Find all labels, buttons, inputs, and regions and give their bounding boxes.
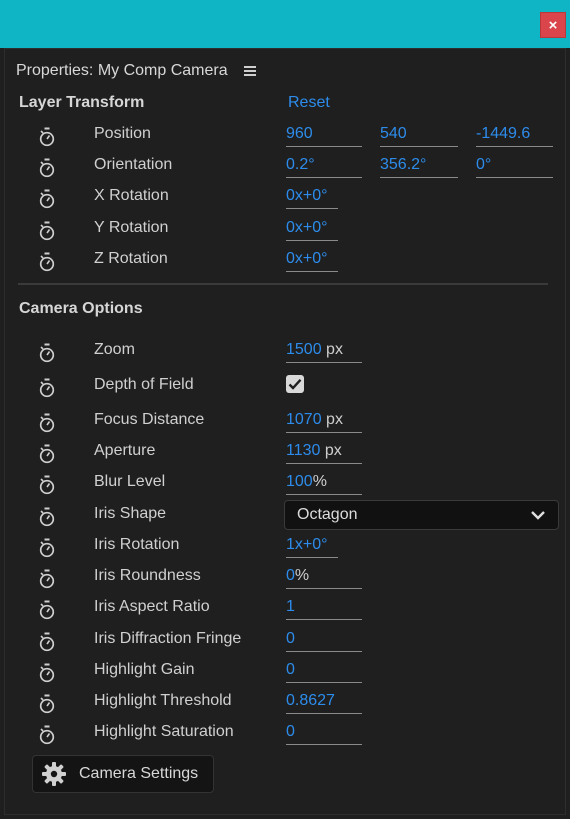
property-label: Highlight Threshold bbox=[94, 692, 232, 709]
stopwatch-icon[interactable] bbox=[38, 694, 56, 714]
property-row-iris-roundness: Iris Roundness 0% bbox=[0, 564, 570, 592]
stopwatch-icon[interactable] bbox=[38, 343, 56, 363]
stopwatch-icon[interactable] bbox=[38, 444, 56, 464]
property-row-focus-distance: Focus Distance 1070 px bbox=[0, 408, 570, 436]
property-label: Iris Aspect Ratio bbox=[94, 598, 210, 615]
iris-roundness-field[interactable]: 0% bbox=[286, 567, 362, 589]
property-row-orientation: Orientation 0.2° 356.2° 0° bbox=[0, 153, 570, 181]
property-label: Iris Diffraction Fringe bbox=[94, 630, 242, 647]
orientation-z-field[interactable]: 0° bbox=[476, 156, 553, 178]
highlight-threshold-field[interactable]: 0.8627 bbox=[286, 692, 362, 714]
hamburger-menu-icon[interactable] bbox=[243, 66, 256, 76]
stopwatch-icon[interactable] bbox=[38, 507, 56, 527]
aperture-field[interactable]: 1130 px bbox=[286, 442, 362, 464]
camera-settings-label: Camera Settings bbox=[79, 765, 199, 782]
property-row-iris-aspect-ratio: Iris Aspect Ratio 1 bbox=[0, 595, 570, 623]
property-label: Y Rotation bbox=[94, 219, 169, 236]
highlight-gain-field[interactable]: 0 bbox=[286, 661, 362, 683]
property-label: Highlight Gain bbox=[94, 661, 195, 678]
stopwatch-icon[interactable] bbox=[38, 158, 56, 178]
iris-shape-selected: Octagon bbox=[297, 506, 358, 523]
property-row-x-rotation: X Rotation 0x+0° bbox=[0, 184, 570, 212]
property-row-y-rotation: Y Rotation 0x+0° bbox=[0, 216, 570, 244]
property-label: Blur Level bbox=[94, 473, 166, 490]
z-rotation-field[interactable]: 0x+0° bbox=[286, 250, 338, 272]
stopwatch-icon[interactable] bbox=[38, 127, 56, 147]
y-rotation-field[interactable]: 0x+0° bbox=[286, 219, 338, 241]
iris-rotation-field[interactable]: 1x+0° bbox=[286, 536, 338, 558]
property-row-iris-rotation: Iris Rotation 1x+0° bbox=[0, 533, 570, 561]
stopwatch-icon[interactable] bbox=[38, 413, 56, 433]
property-label: Focus Distance bbox=[94, 411, 205, 428]
stopwatch-icon[interactable] bbox=[38, 663, 56, 683]
property-row-z-rotation: Z Rotation 0x+0° bbox=[0, 247, 570, 275]
depth-of-field-checkbox[interactable] bbox=[286, 375, 304, 393]
stopwatch-icon[interactable] bbox=[38, 378, 56, 398]
property-row-position: Position 960 540 -1449.6 bbox=[0, 122, 570, 150]
stopwatch-icon[interactable] bbox=[38, 221, 56, 241]
checkmark-icon bbox=[288, 378, 302, 390]
chevron-down-icon bbox=[531, 511, 545, 520]
orientation-x-field[interactable]: 0.2° bbox=[286, 156, 362, 178]
gear-icon bbox=[42, 762, 66, 786]
property-row-depth-of-field: Depth of Field bbox=[0, 373, 570, 401]
property-label: Position bbox=[94, 125, 151, 142]
focus-distance-field[interactable]: 1070 px bbox=[286, 411, 362, 433]
highlight-saturation-field[interactable]: 0 bbox=[286, 723, 362, 745]
property-label: X Rotation bbox=[94, 187, 169, 204]
property-row-iris-shape: Iris Shape Octagon bbox=[0, 500, 570, 530]
zoom-field[interactable]: 1500 px bbox=[286, 341, 362, 363]
property-label: Zoom bbox=[94, 341, 135, 358]
property-label: Depth of Field bbox=[94, 376, 194, 393]
camera-options-title: Camera Options bbox=[19, 300, 143, 317]
stopwatch-icon[interactable] bbox=[38, 632, 56, 652]
property-row-highlight-saturation: Highlight Saturation 0 bbox=[0, 720, 570, 748]
stopwatch-icon[interactable] bbox=[38, 569, 56, 589]
property-row-zoom: Zoom 1500 px bbox=[0, 338, 570, 366]
x-rotation-field[interactable]: 0x+0° bbox=[286, 187, 338, 209]
iris-aspect-ratio-field[interactable]: 1 bbox=[286, 598, 362, 620]
property-row-highlight-gain: Highlight Gain 0 bbox=[0, 658, 570, 686]
close-button[interactable]: × bbox=[540, 12, 566, 38]
stopwatch-icon[interactable] bbox=[38, 252, 56, 272]
iris-shape-dropdown[interactable]: Octagon bbox=[284, 500, 559, 530]
property-row-aperture: Aperture 1130 px bbox=[0, 439, 570, 467]
property-label: Iris Shape bbox=[94, 505, 167, 522]
position-y-field[interactable]: 540 bbox=[380, 125, 458, 147]
property-row-iris-diffraction-fringe: Iris Diffraction Fringe 0 bbox=[0, 627, 570, 655]
property-label: Orientation bbox=[94, 156, 173, 173]
position-z-field[interactable]: -1449.6 bbox=[476, 125, 553, 147]
window-titlebar[interactable]: × bbox=[0, 0, 570, 48]
stopwatch-icon[interactable] bbox=[38, 538, 56, 558]
iris-diffraction-fringe-field[interactable]: 0 bbox=[286, 630, 362, 652]
panel-header: Properties: My Comp Camera bbox=[16, 60, 256, 82]
orientation-y-field[interactable]: 356.2° bbox=[380, 156, 458, 178]
stopwatch-icon[interactable] bbox=[38, 475, 56, 495]
layer-transform-title: Layer Transform bbox=[19, 94, 145, 111]
property-label: Iris Rotation bbox=[94, 536, 180, 553]
stopwatch-icon[interactable] bbox=[38, 725, 56, 745]
property-row-blur-level: Blur Level 100% bbox=[0, 470, 570, 498]
panel-title: Properties: My Comp Camera bbox=[16, 62, 228, 79]
property-label: Z Rotation bbox=[94, 250, 168, 267]
property-row-highlight-threshold: Highlight Threshold 0.8627 bbox=[0, 689, 570, 717]
position-x-field[interactable]: 960 bbox=[286, 125, 362, 147]
camera-settings-button[interactable]: Camera Settings bbox=[32, 755, 214, 793]
stopwatch-icon[interactable] bbox=[38, 189, 56, 209]
property-label: Aperture bbox=[94, 442, 156, 459]
stopwatch-icon[interactable] bbox=[38, 600, 56, 620]
blur-level-field[interactable]: 100% bbox=[286, 473, 362, 495]
property-label: Iris Roundness bbox=[94, 567, 201, 584]
property-label: Highlight Saturation bbox=[94, 723, 234, 740]
reset-link[interactable]: Reset bbox=[288, 94, 330, 112]
section-divider bbox=[18, 283, 548, 285]
